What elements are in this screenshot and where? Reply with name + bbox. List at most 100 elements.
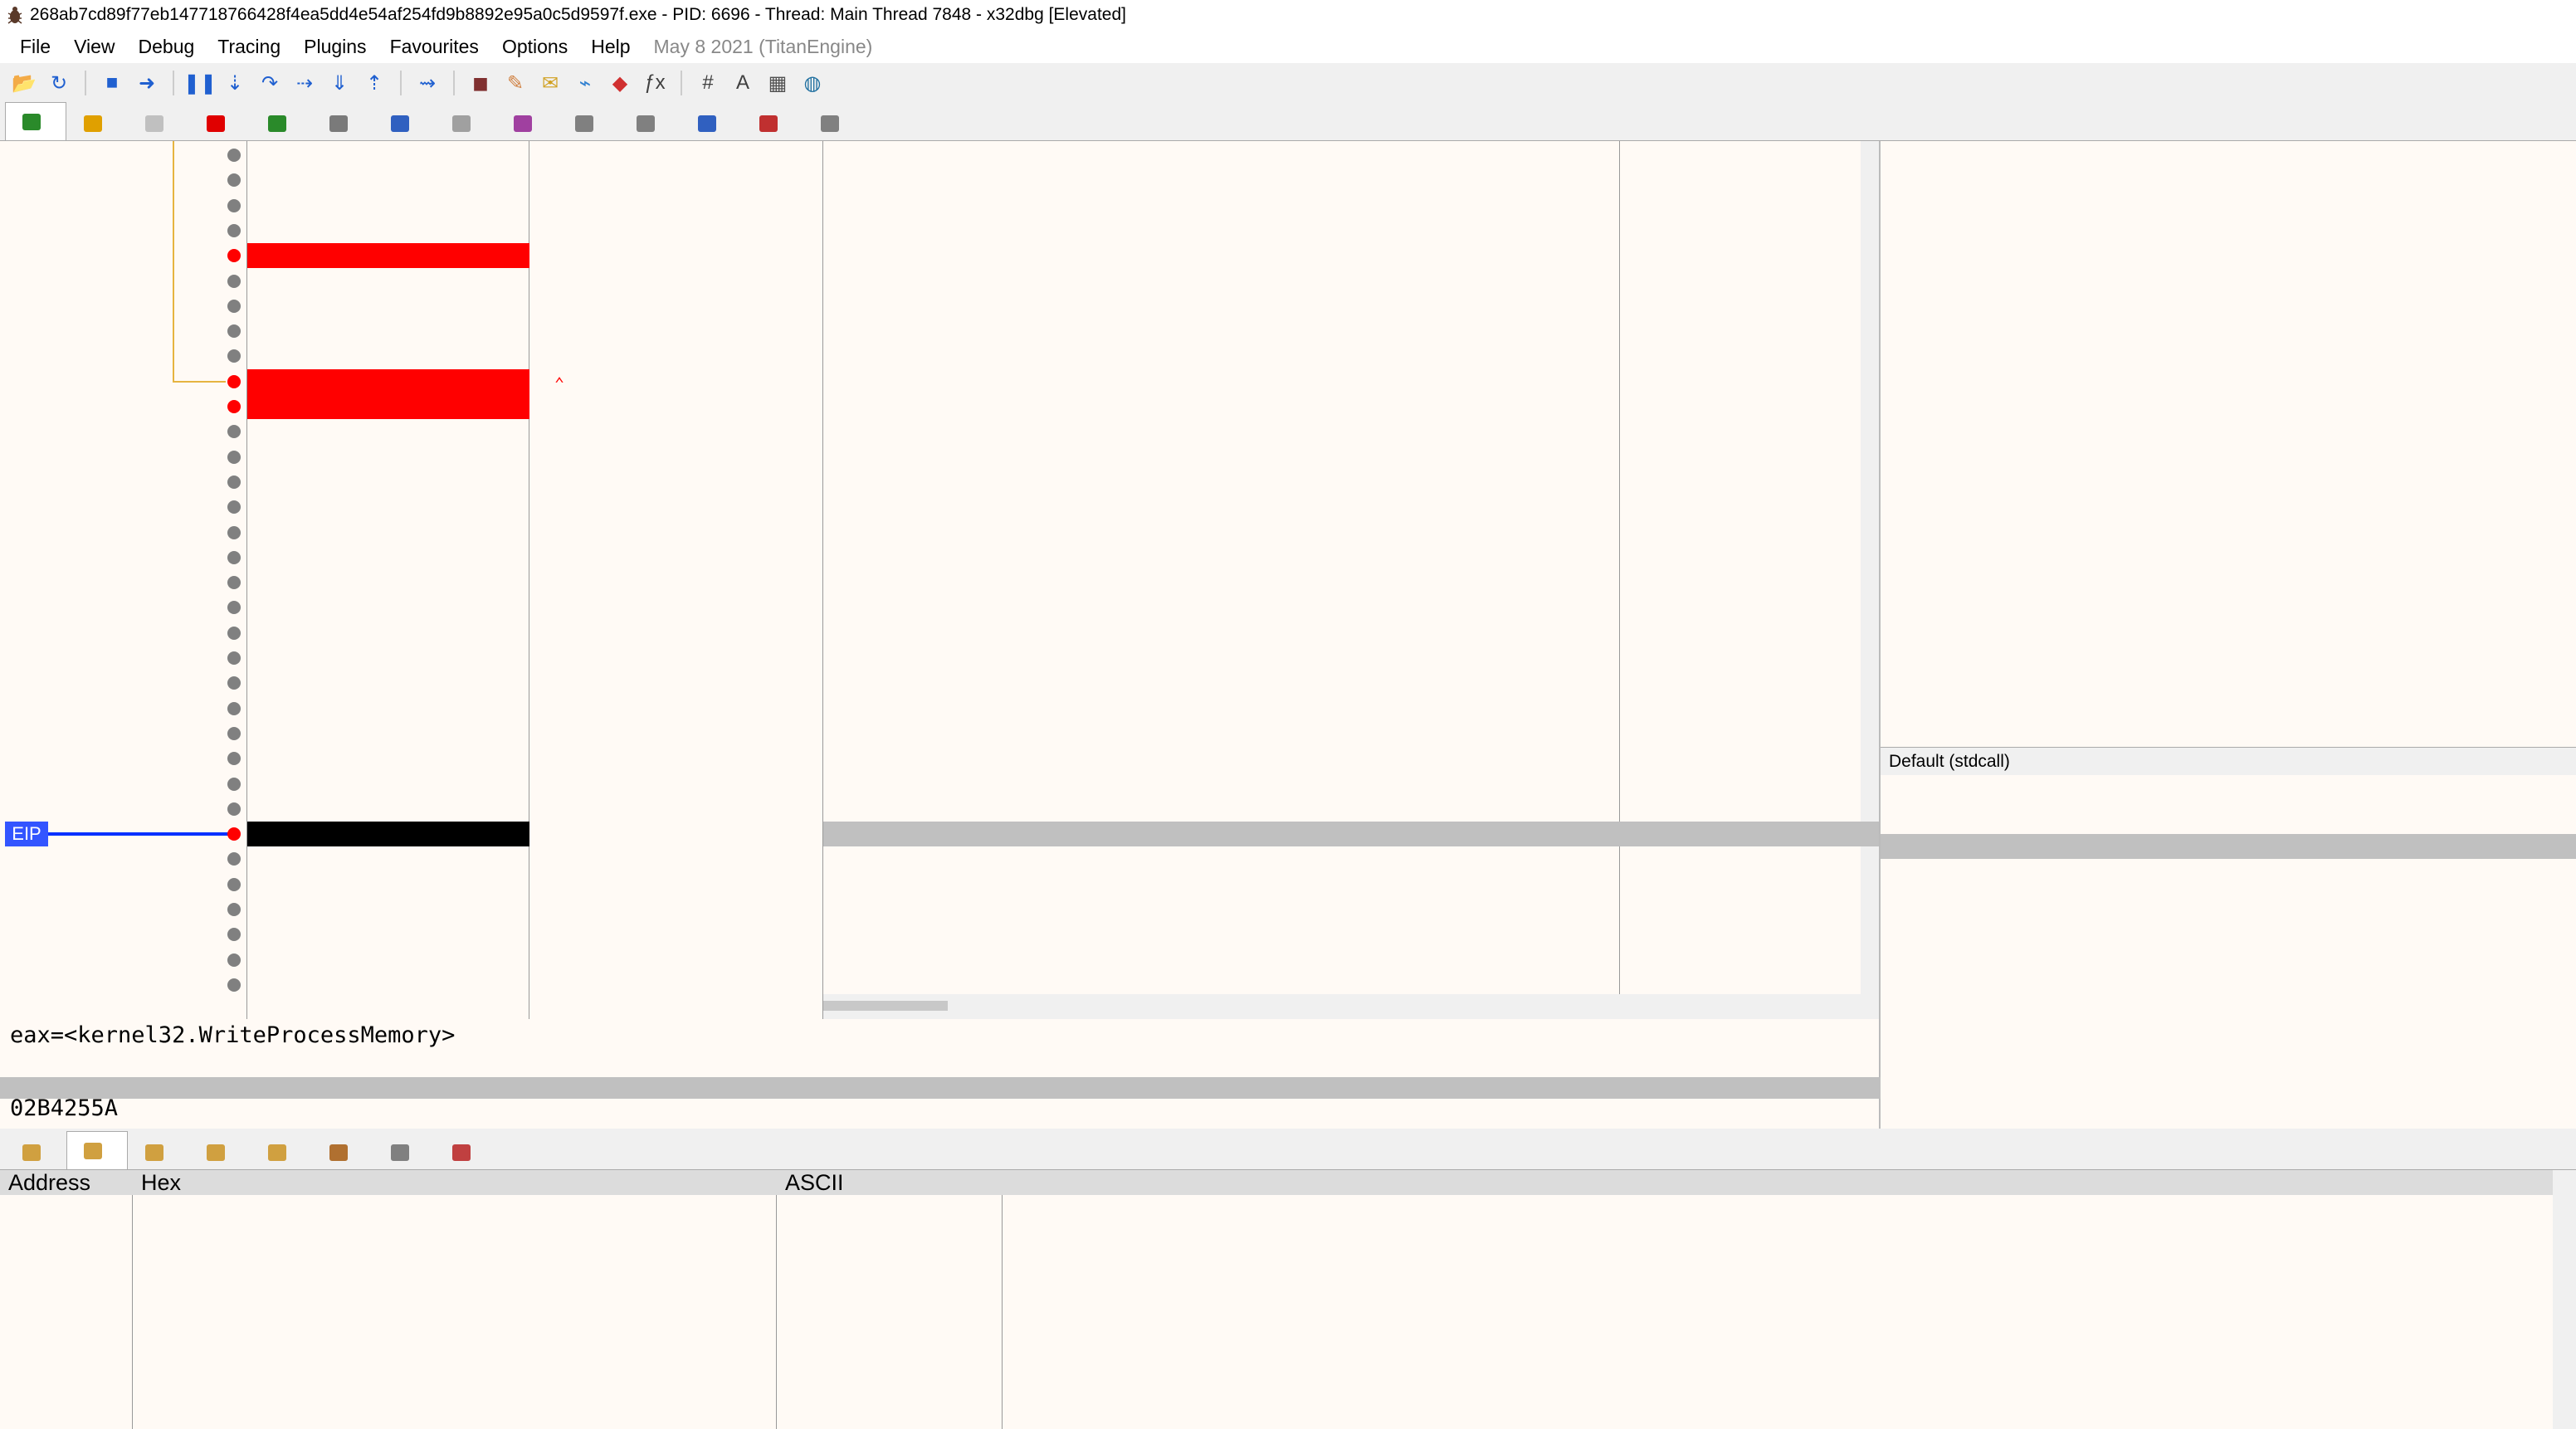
- instruction-address[interactable]: [247, 368, 529, 394]
- stack-argument-row[interactable]: [1881, 808, 2576, 833]
- instruction-text[interactable]: [823, 218, 832, 243]
- dump-hex-row[interactable]: [138, 1222, 642, 1246]
- stack-argument-row[interactable]: [1881, 884, 2576, 909]
- dump-hex-row[interactable]: [138, 1373, 642, 1397]
- dump-vertical-scrollbar[interactable]: [2553, 1170, 2576, 1429]
- dump-hex-row[interactable]: [138, 1272, 642, 1297]
- step-into-icon[interactable]: ⇣: [219, 67, 251, 99]
- dump-tab-locals[interactable]: [373, 1134, 435, 1169]
- instruction-text[interactable]: [823, 344, 832, 368]
- function-icon[interactable]: ƒx: [639, 67, 671, 99]
- execute-till-return-icon[interactable]: ⇡: [359, 67, 390, 99]
- ascii-header[interactable]: ASCII: [777, 1170, 844, 1195]
- instruction-text[interactable]: [823, 470, 832, 495]
- disassembly-vertical-scrollbar[interactable]: [1861, 141, 1879, 994]
- tab-references[interactable]: [619, 105, 681, 140]
- comment-icon[interactable]: ✉: [534, 67, 566, 99]
- instruction-text[interactable]: [823, 168, 832, 193]
- dump-hex-row[interactable]: [138, 1297, 642, 1322]
- instruction-text[interactable]: [823, 143, 832, 168]
- tab-breakpoints[interactable]: [189, 105, 251, 140]
- instruction-text[interactable]: [823, 948, 832, 973]
- dump-tab-dump-2[interactable]: [251, 1134, 312, 1169]
- instruction-text[interactable]: [823, 897, 832, 922]
- trace-over-icon[interactable]: ⇓: [324, 67, 355, 99]
- open-icon[interactable]: 📂: [8, 67, 40, 99]
- restart-icon[interactable]: ↻: [43, 67, 75, 99]
- scylla-icon[interactable]: ◼: [465, 67, 496, 99]
- instruction-text[interactable]: [823, 973, 832, 997]
- hex-dump-view[interactable]: Address Hex ASCII: [0, 1170, 2576, 1429]
- instruction-text[interactable]: [823, 520, 832, 545]
- tab-cpu[interactable]: [5, 102, 66, 140]
- stack-argument-row[interactable]: [1881, 783, 2576, 808]
- breakpoint-slot[interactable]: [227, 324, 241, 339]
- instruction-text[interactable]: [823, 872, 832, 897]
- breakpoint-slot[interactable]: [227, 978, 241, 992]
- trace-into-icon[interactable]: ⇢: [289, 67, 320, 99]
- instruction-text[interactable]: [823, 369, 832, 394]
- step-over-icon[interactable]: ↷: [254, 67, 285, 99]
- stack-argument-row[interactable]: [1881, 833, 2576, 859]
- instruction-address[interactable]: [247, 143, 529, 168]
- scroll-thumb[interactable]: [823, 1001, 948, 1011]
- breakpoint-slot[interactable]: [227, 626, 241, 640]
- instruction-address[interactable]: [247, 470, 529, 495]
- breakpoint-slot[interactable]: [227, 475, 241, 489]
- instruction-text[interactable]: [823, 646, 832, 671]
- instruction-address[interactable]: [247, 696, 529, 721]
- instruction-text[interactable]: [823, 495, 832, 519]
- hex-header[interactable]: Hex: [133, 1170, 181, 1195]
- menu-tracing[interactable]: Tracing: [206, 36, 292, 58]
- tab-symbols[interactable]: [496, 105, 558, 140]
- tab-seh[interactable]: [312, 105, 373, 140]
- menu-plugins[interactable]: Plugins: [292, 36, 378, 58]
- instruction-text[interactable]: [823, 545, 832, 570]
- instruction-address[interactable]: [247, 846, 529, 871]
- instruction-address[interactable]: [247, 294, 529, 319]
- breakpoint-slot[interactable]: [227, 777, 241, 791]
- registers-panel[interactable]: [1881, 141, 2576, 747]
- breakpoint-dot[interactable]: [227, 827, 241, 841]
- instruction-address[interactable]: [247, 595, 529, 620]
- breakpoint-slot[interactable]: [227, 223, 241, 237]
- instruction-text[interactable]: [823, 746, 832, 771]
- tab-memory-map[interactable]: [251, 105, 312, 140]
- disassembly-view[interactable]: EIP ⌃: [0, 141, 1881, 1019]
- calling-convention-selector[interactable]: Default (stdcall): [1881, 747, 2576, 775]
- dump-hex-row[interactable]: [138, 1323, 642, 1348]
- instruction-text[interactable]: [823, 570, 832, 595]
- dump-hex-row[interactable]: [138, 1197, 642, 1222]
- tab-threads[interactable]: [681, 105, 742, 140]
- instruction-text[interactable]: [823, 445, 832, 470]
- breakpoint-slot[interactable]: [227, 726, 241, 740]
- globe-icon[interactable]: ◍: [797, 67, 828, 99]
- instruction-address[interactable]: [247, 545, 529, 570]
- calculator-icon[interactable]: ▦: [762, 67, 793, 99]
- hash-icon[interactable]: #: [692, 67, 724, 99]
- tab-trace[interactable]: [803, 105, 865, 140]
- dump-tab-dump-4[interactable]: [128, 1134, 189, 1169]
- dump-tab-dump-1[interactable]: [5, 1134, 66, 1169]
- tab-notes[interactable]: [128, 105, 189, 140]
- instruction-text[interactable]: [823, 319, 832, 344]
- instruction-address[interactable]: [247, 772, 529, 797]
- instruction-text[interactable]: [823, 419, 832, 444]
- instruction-text[interactable]: [823, 797, 832, 822]
- instruction-address[interactable]: [247, 973, 529, 997]
- breakpoint-slot[interactable]: [227, 802, 241, 816]
- breakpoint-slot[interactable]: [227, 274, 241, 288]
- instruction-text[interactable]: [823, 243, 832, 268]
- menu-debug[interactable]: Debug: [127, 36, 207, 58]
- instruction-text[interactable]: [823, 621, 832, 646]
- dump-hex-row[interactable]: [138, 1397, 642, 1422]
- instruction-text[interactable]: [823, 269, 832, 294]
- breakpoint-slot[interactable]: [227, 198, 241, 212]
- breakpoint-slot[interactable]: [227, 450, 241, 464]
- instruction-text[interactable]: [823, 595, 832, 620]
- run-to-user-code-icon[interactable]: ⇝: [412, 67, 443, 99]
- breakpoint-slot[interactable]: [227, 953, 241, 967]
- font-icon[interactable]: A: [727, 67, 759, 99]
- instruction-text[interactable]: [823, 193, 832, 218]
- instruction-address[interactable]: [247, 193, 529, 218]
